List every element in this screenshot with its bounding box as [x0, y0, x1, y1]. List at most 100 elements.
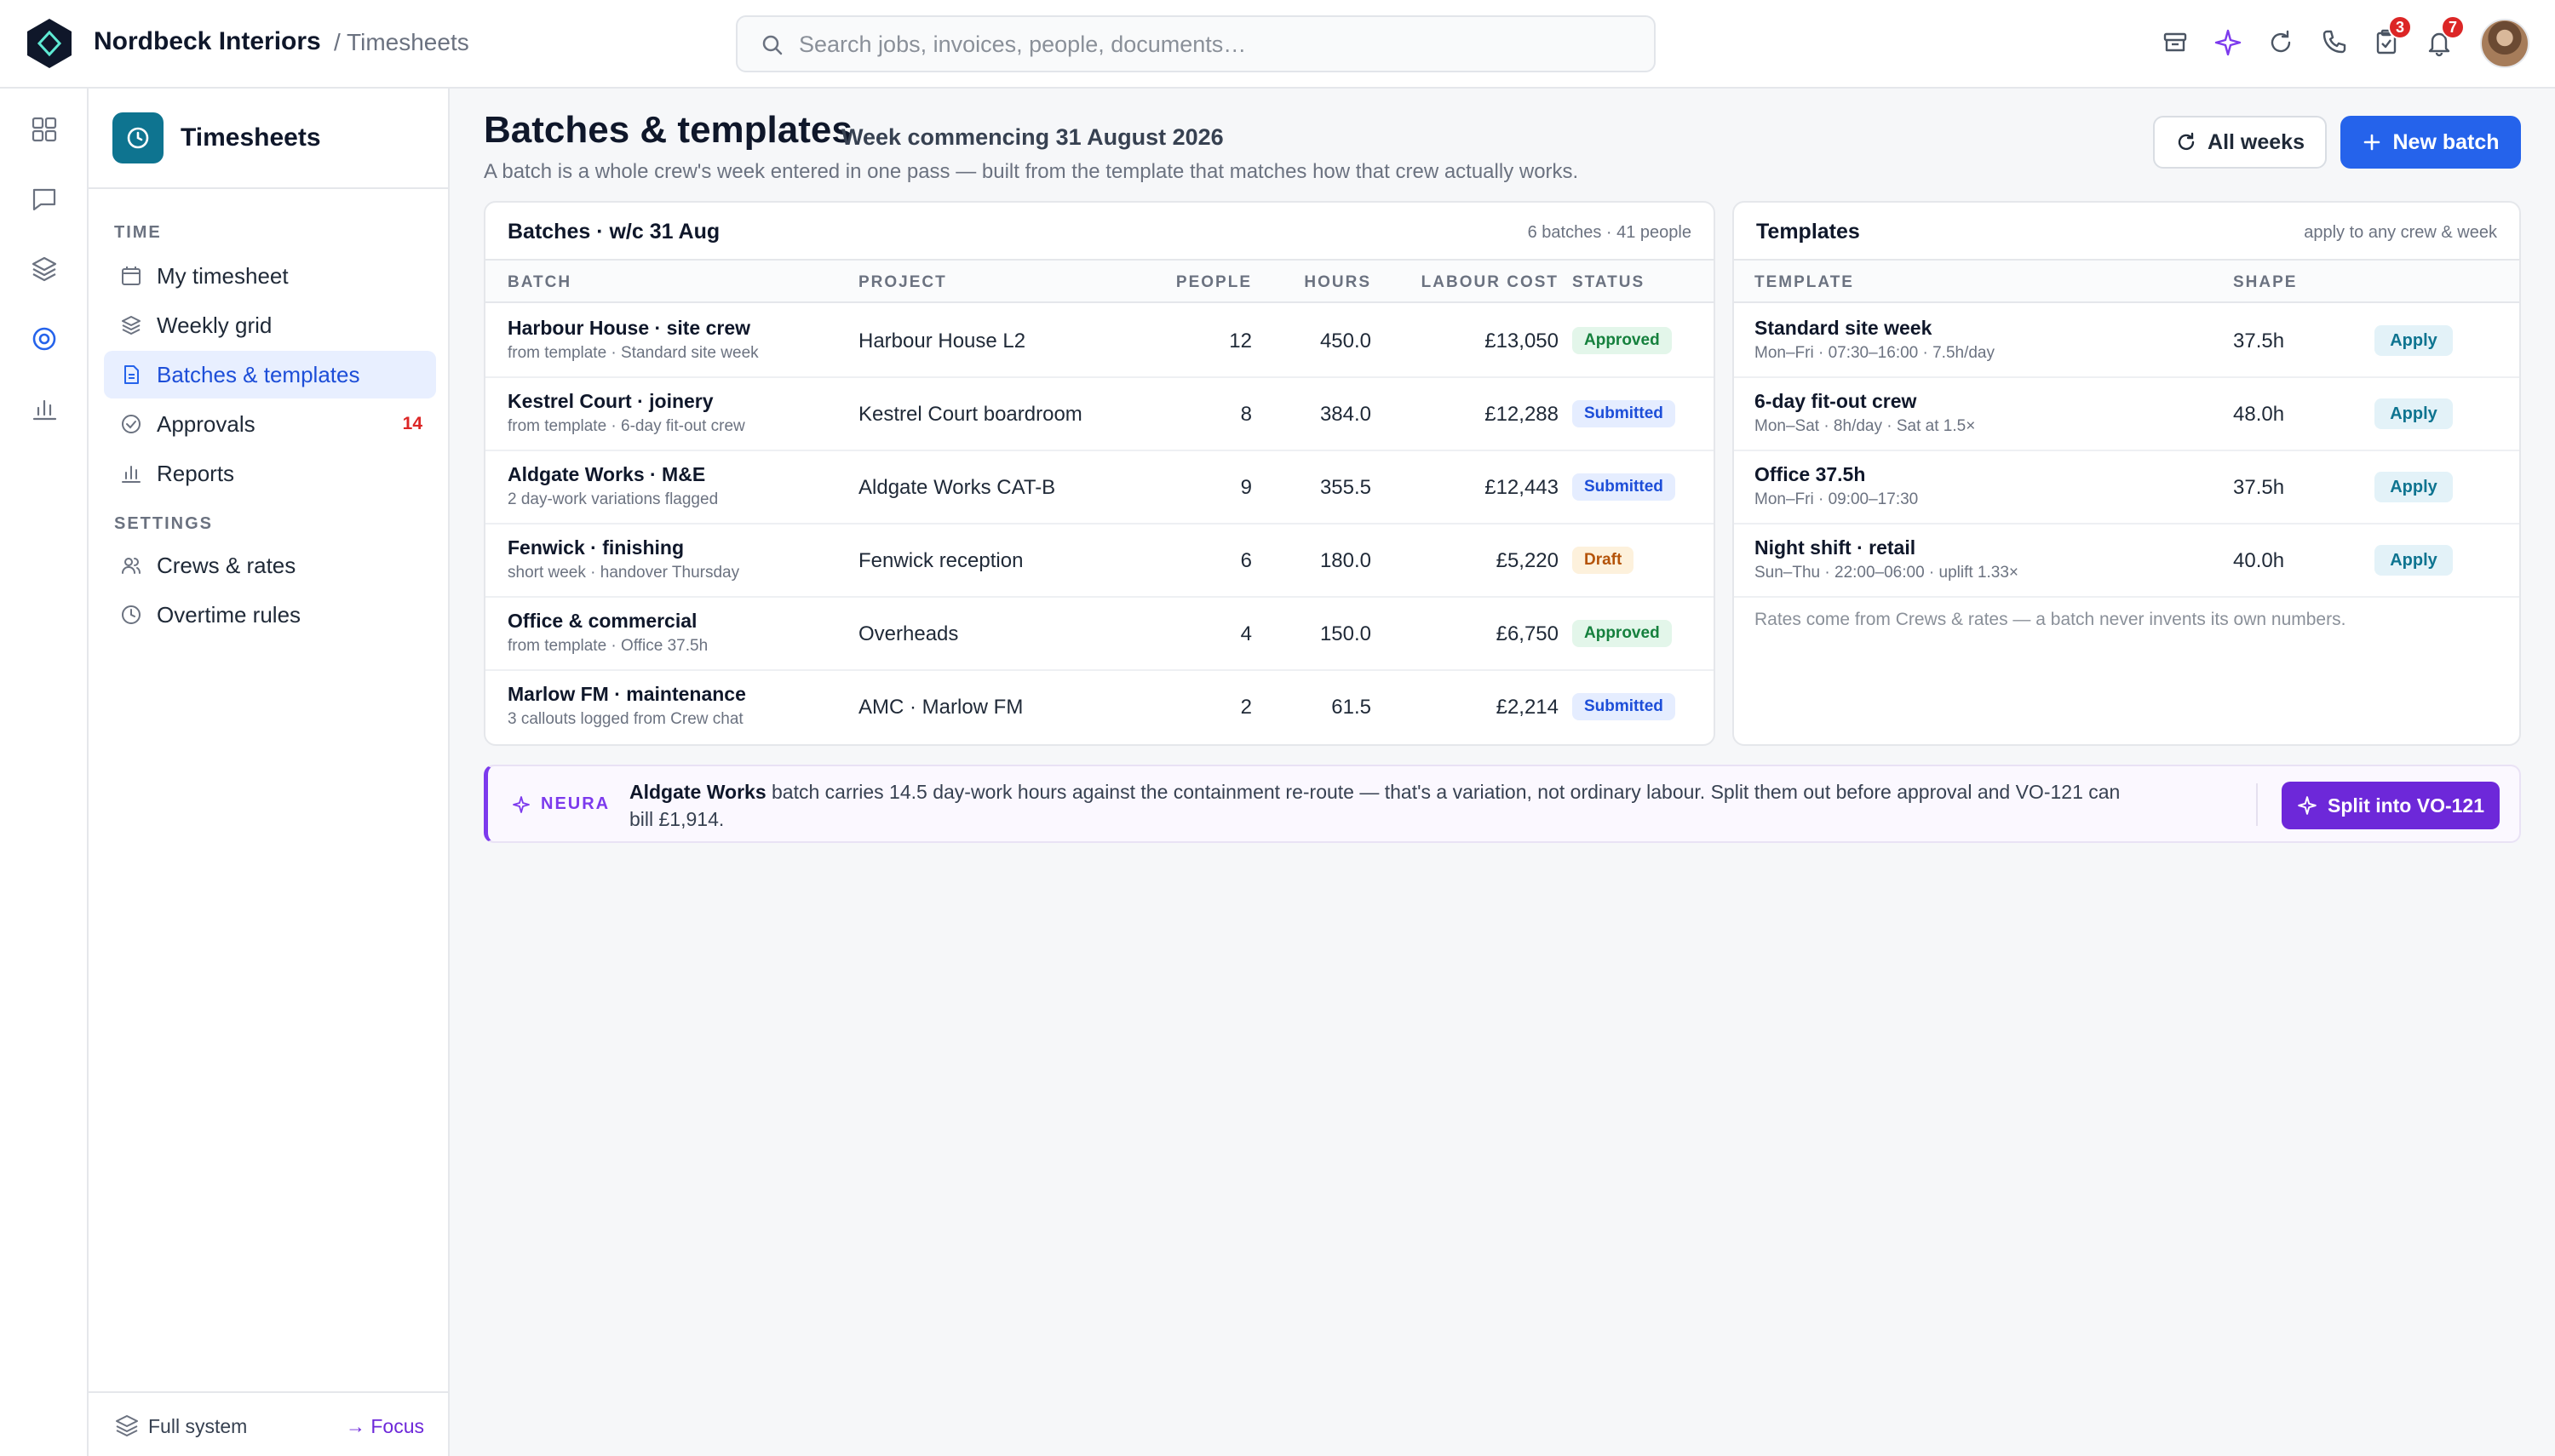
batch-project[interactable]: Kestrel Court boardroom — [858, 403, 1082, 427]
status-badge: Draft — [1572, 547, 1634, 574]
apply-template-button[interactable]: Apply — [2374, 398, 2453, 429]
template-name[interactable]: Standard site week — [1754, 317, 1932, 340]
template-shape: 48.0h — [2233, 403, 2285, 426]
neura-tag: NEURA — [512, 794, 610, 814]
templates-card-header: Templates apply to any crew & week — [1734, 203, 2519, 261]
batch-name[interactable]: Aldgate Works · M&E — [508, 463, 705, 486]
sidebar-item-label: Weekly grid — [157, 312, 273, 338]
batch-people: 9 — [1240, 476, 1252, 499]
batch-people: 2 — [1240, 696, 1252, 719]
table-row[interactable]: Office & commercial from template · Offic… — [485, 598, 1714, 671]
apply-template-button[interactable]: Apply — [2374, 472, 2453, 502]
sidebar-item-reports[interactable]: Reports — [104, 450, 436, 497]
column-header-shape[interactable]: SHAPE — [2233, 273, 2297, 292]
table-row[interactable]: Aldgate Works · M&E 2 day-work variations… — [485, 451, 1714, 525]
table-row[interactable]: Fenwick · finishing short week · handover… — [485, 525, 1714, 598]
apply-template-button[interactable]: Apply — [2374, 545, 2453, 576]
batches-meta: 6 batches · 41 people — [1527, 223, 1691, 242]
neura-message: Aldgate Works batch carries 14.5 day-wor… — [629, 778, 2128, 833]
split-variation-label: Split into VO-121 — [2327, 794, 2485, 817]
table-row[interactable]: Marlow FM · maintenance 3 callouts logged… — [485, 671, 1714, 744]
sparkle-icon[interactable] — [2209, 24, 2247, 61]
column-header-batch[interactable]: BATCH — [508, 273, 571, 292]
company-logo-icon[interactable] — [26, 17, 73, 70]
chat-icon[interactable] — [26, 181, 63, 218]
calendar-icon — [119, 264, 143, 288]
batch-name[interactable]: Kestrel Court · joinery — [508, 390, 714, 413]
full-system-link[interactable]: Full system — [148, 1415, 247, 1438]
apply-template-button[interactable]: Apply — [2374, 325, 2453, 356]
batch-project[interactable]: AMC · Marlow FM — [858, 696, 1023, 719]
neura-tag-label: NEURA — [541, 794, 611, 813]
list-item: 6-day fit-out crew Mon–Sat · 8h/day · Sat… — [1734, 378, 2519, 451]
batch-project[interactable]: Fenwick reception — [858, 549, 1023, 573]
search-icon — [762, 35, 783, 55]
neura-highlight: Aldgate Works — [629, 781, 766, 803]
global-search[interactable] — [736, 15, 1656, 72]
batch-project[interactable]: Overheads — [858, 622, 958, 646]
sidebar-item-batches-templates[interactable]: Batches & templates — [104, 351, 436, 398]
status-badge: Approved — [1572, 620, 1672, 647]
top-bar: Nordbeck Interiors / Timesheets 3 7 — [0, 0, 2555, 89]
template-name[interactable]: 6-day fit-out crew — [1754, 390, 1916, 413]
check-circle-icon — [119, 412, 143, 436]
status-badge: Submitted — [1572, 400, 1675, 427]
batch-name[interactable]: Harbour House · site crew — [508, 317, 750, 340]
target-icon[interactable] — [26, 320, 63, 358]
sidebar-item-approvals[interactable]: Approvals 14 — [104, 400, 436, 448]
notifications-badge: 7 — [2441, 15, 2465, 39]
bar-chart-icon[interactable] — [26, 390, 63, 427]
timesheets-sidebar: Timesheets TIME My timesheet Weekly grid… — [89, 89, 450, 1456]
grid-apps-icon[interactable] — [26, 111, 63, 148]
batch-people: 4 — [1240, 622, 1252, 645]
column-header-template[interactable]: TEMPLATE — [1754, 273, 1854, 292]
batch-source: from template · Office 37.5h — [508, 637, 709, 655]
sidebar-item-overtime-rules[interactable]: Overtime rules — [104, 591, 436, 639]
batch-labour-cost: £2,214 — [1496, 696, 1559, 719]
search-input[interactable] — [799, 27, 1633, 61]
phone-icon[interactable] — [2315, 24, 2352, 61]
column-header-people[interactable]: PEOPLE — [1158, 273, 1252, 292]
sidebar-item-my-timesheet[interactable]: My timesheet — [104, 252, 436, 300]
table-row[interactable]: Harbour House · site crew from template ·… — [485, 305, 1714, 378]
batch-name[interactable]: Marlow FM · maintenance — [508, 683, 746, 706]
templates-table-header: TEMPLATE SHAPE — [1734, 261, 2519, 303]
sidebar-item-label: Crews & rates — [157, 552, 296, 578]
page-title: Batches & templates — [484, 109, 853, 151]
template-description: Mon–Fri · 09:00–17:30 — [1754, 490, 1919, 508]
bar-chart-icon — [119, 461, 143, 485]
tasks-icon[interactable]: 3 — [2368, 15, 2412, 61]
batch-people: 12 — [1229, 330, 1252, 353]
breadcrumb[interactable]: / Timesheets — [334, 29, 469, 56]
company-name[interactable]: Nordbeck Interiors — [94, 27, 321, 56]
batch-name[interactable]: Fenwick · finishing — [508, 536, 684, 559]
archive-icon[interactable] — [2156, 24, 2194, 61]
column-header-status[interactable]: STATUS — [1572, 273, 1645, 292]
split-variation-button[interactable]: Split into VO-121 — [2282, 782, 2500, 829]
people-icon — [119, 553, 143, 577]
refresh-icon[interactable] — [2262, 24, 2300, 61]
column-header-hours[interactable]: HOURS — [1278, 273, 1371, 292]
template-name[interactable]: Night shift · retail — [1754, 536, 1915, 559]
bell-icon[interactable]: 7 — [2420, 15, 2465, 61]
template-name[interactable]: Office 37.5h — [1754, 463, 1865, 486]
all-weeks-button[interactable]: All weeks — [2153, 116, 2327, 169]
table-row[interactable]: Kestrel Court · joinery from template · 6… — [485, 378, 1714, 451]
column-header-labour-cost[interactable]: LABOUR COST — [1388, 273, 1559, 292]
sidebar-item-crews-rates[interactable]: Crews & rates — [104, 542, 436, 589]
sidebar-title: Timesheets — [181, 123, 321, 152]
batch-name[interactable]: Office & commercial — [508, 610, 697, 633]
neura-suggestion: NEURA Aldgate Works batch carries 14.5 d… — [484, 765, 2521, 843]
layers-icon — [116, 1415, 138, 1436]
new-batch-button[interactable]: New batch — [2340, 116, 2521, 169]
column-header-project[interactable]: PROJECT — [858, 273, 947, 292]
user-avatar[interactable] — [2480, 19, 2529, 68]
focus-link[interactable]: → Focus — [346, 1415, 424, 1438]
neura-message-text: batch carries 14.5 day-work hours agains… — [629, 781, 2121, 830]
templates-meta: apply to any crew & week — [2304, 223, 2497, 242]
layers-icon[interactable] — [26, 250, 63, 288]
batch-project[interactable]: Harbour House L2 — [858, 330, 1025, 353]
batch-hours: 384.0 — [1319, 403, 1371, 426]
sidebar-item-weekly-grid[interactable]: Weekly grid — [104, 301, 436, 349]
batch-project[interactable]: Aldgate Works CAT-B — [858, 476, 1055, 500]
